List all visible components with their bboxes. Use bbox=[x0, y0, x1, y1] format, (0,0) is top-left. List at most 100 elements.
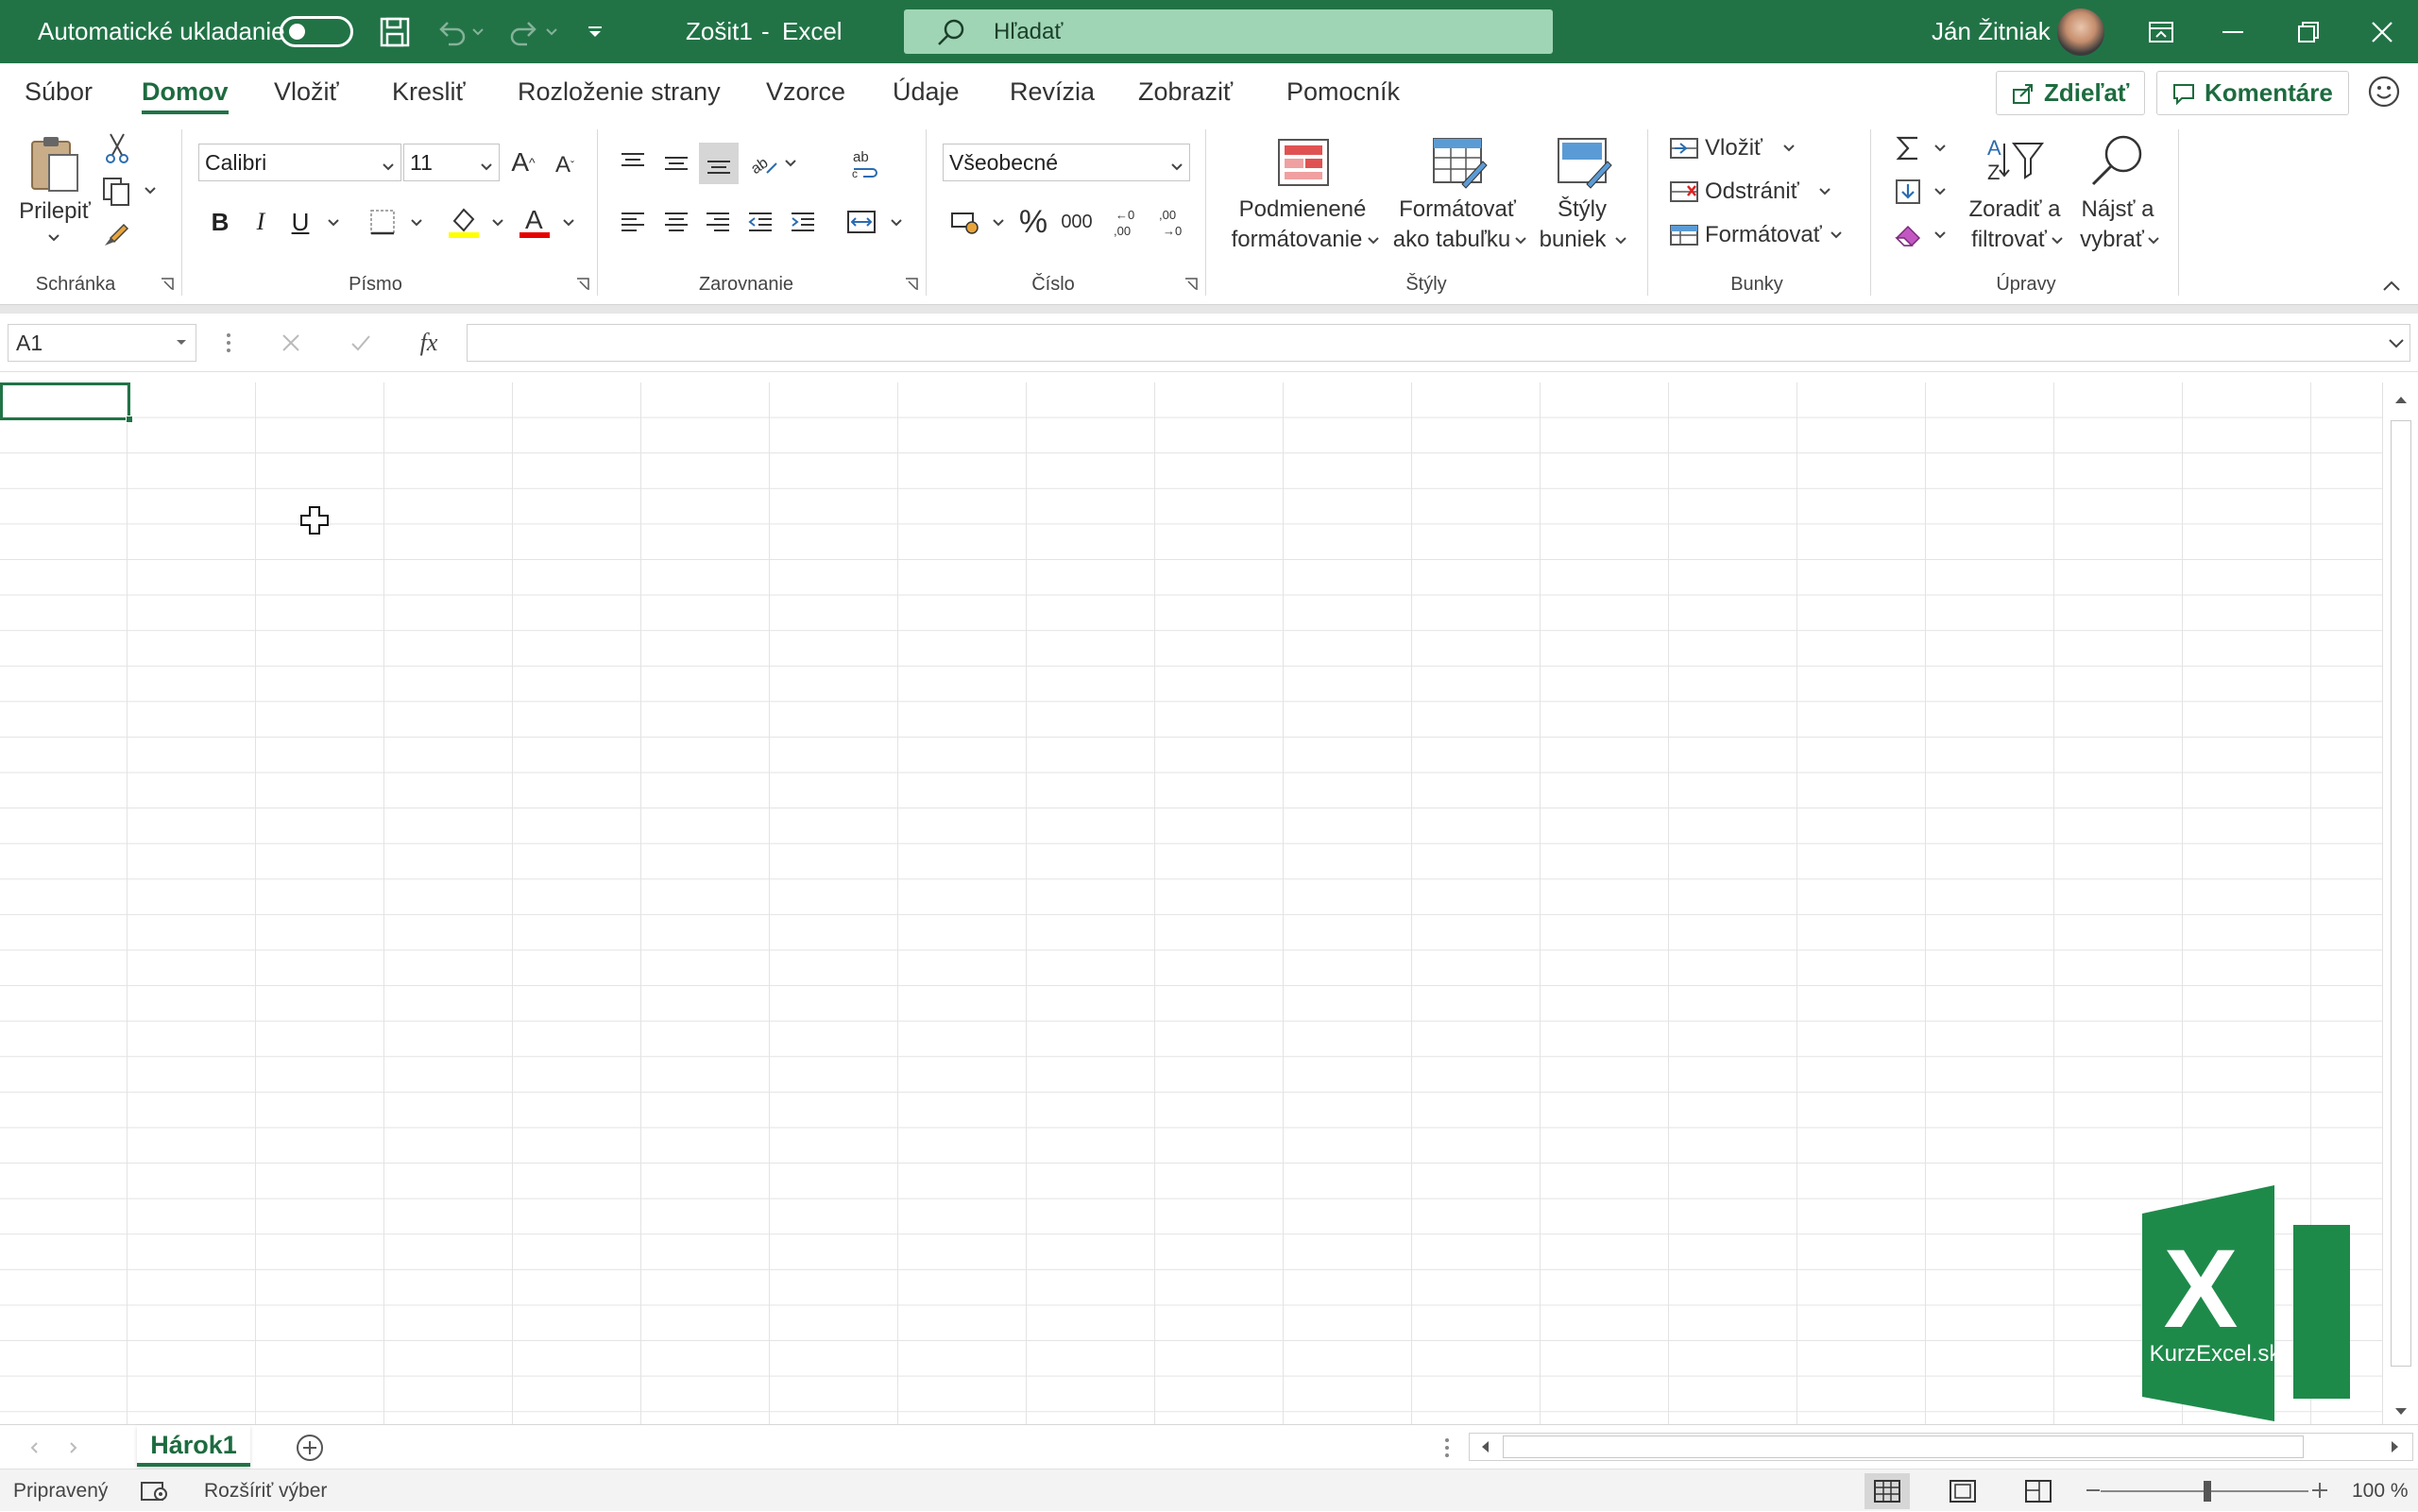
scroll-down-icon[interactable] bbox=[2391, 1401, 2411, 1423]
find-select-dropdown-icon[interactable] bbox=[2146, 233, 2161, 248]
accounting-format-icon[interactable] bbox=[945, 203, 986, 241]
delete-cells-label[interactable]: Odstrániť bbox=[1705, 178, 1799, 206]
sort-filter-line1[interactable]: Zoradiť a bbox=[1955, 195, 2074, 224]
save-icon[interactable] bbox=[376, 13, 414, 51]
copy-dropdown-icon[interactable] bbox=[140, 180, 161, 201]
clear-dropdown-icon[interactable] bbox=[1933, 228, 1948, 243]
top-align-icon[interactable] bbox=[614, 144, 652, 182]
clipboard-dialog-launcher-icon[interactable] bbox=[161, 278, 174, 291]
format-cells-label[interactable]: Formátovať bbox=[1705, 221, 1822, 249]
format-cells-dropdown-icon[interactable] bbox=[1829, 228, 1844, 243]
horizontal-scrollbar[interactable] bbox=[1469, 1433, 2413, 1461]
percent-style-button[interactable]: % bbox=[1013, 201, 1054, 243]
formula-input[interactable] bbox=[467, 324, 2410, 362]
name-box[interactable]: A1 bbox=[8, 324, 196, 362]
decrease-font-size-icon[interactable]: Aˇ bbox=[548, 146, 582, 184]
next-sheet-icon[interactable] bbox=[62, 1436, 85, 1459]
paste-dropdown-icon[interactable] bbox=[43, 229, 64, 247]
find-select-line1[interactable]: Nájsť a bbox=[2069, 195, 2167, 224]
tab-draw[interactable]: Kresliť bbox=[388, 63, 469, 120]
orientation-icon[interactable]: ab bbox=[744, 144, 782, 182]
ribbon-display-options-icon[interactable] bbox=[2125, 0, 2197, 63]
cell-styles-line2[interactable]: buniek bbox=[1530, 226, 1615, 254]
zoom-slider-thumb[interactable] bbox=[2204, 1481, 2211, 1502]
zoom-level[interactable]: 100 % bbox=[2352, 1470, 2409, 1512]
fill-color-icon[interactable] bbox=[444, 201, 484, 243]
format-as-table-line2[interactable]: ako tabuľku bbox=[1381, 226, 1523, 254]
user-name[interactable]: Ján Žitniak bbox=[1932, 0, 2051, 63]
borders-icon[interactable] bbox=[364, 203, 401, 241]
align-center-icon[interactable] bbox=[657, 203, 695, 241]
cancel-entry-icon[interactable] bbox=[272, 325, 310, 361]
increase-indent-icon[interactable] bbox=[784, 203, 822, 241]
tab-review[interactable]: Revízia bbox=[1006, 63, 1098, 120]
font-dialog-launcher-icon[interactable] bbox=[576, 278, 589, 291]
cell-styles-dropdown-icon[interactable] bbox=[1613, 233, 1628, 248]
clear-eraser-icon[interactable] bbox=[1889, 216, 1927, 254]
comma-style-button[interactable]: 000 bbox=[1056, 201, 1098, 243]
normal-view-icon[interactable] bbox=[1865, 1473, 1910, 1509]
expand-formula-bar-icon[interactable] bbox=[2387, 325, 2406, 365]
insert-cells-label[interactable]: Vložiť bbox=[1705, 134, 1762, 162]
underline-button[interactable]: U bbox=[283, 203, 317, 241]
tab-split-grip-icon[interactable] bbox=[1438, 1435, 1456, 1461]
previous-sheet-icon[interactable] bbox=[23, 1436, 45, 1459]
autosum-dropdown-icon[interactable] bbox=[1933, 141, 1948, 156]
tab-home[interactable]: Domov bbox=[138, 63, 232, 120]
cut-icon[interactable] bbox=[99, 131, 135, 165]
scroll-up-icon[interactable] bbox=[2391, 388, 2411, 411]
format-cells-icon[interactable] bbox=[1667, 220, 1701, 250]
vertical-scroll-thumb[interactable] bbox=[2391, 420, 2411, 1367]
font-size-select[interactable]: 11 bbox=[403, 144, 500, 181]
tab-help[interactable]: Pomocník bbox=[1283, 63, 1404, 120]
zoom-in-icon[interactable] bbox=[2308, 1479, 2331, 1502]
tab-formulas[interactable]: Vzorce bbox=[762, 63, 849, 120]
delete-cells-dropdown-icon[interactable] bbox=[1817, 184, 1832, 199]
conditional-formatting-line2[interactable]: formátovanie bbox=[1209, 226, 1385, 254]
tab-file[interactable]: Súbor bbox=[21, 63, 96, 120]
paste-label[interactable]: Prilepiť bbox=[17, 197, 93, 226]
tab-insert[interactable]: Vložiť bbox=[270, 63, 343, 120]
fill-handle[interactable] bbox=[126, 416, 133, 423]
merge-dropdown-icon[interactable] bbox=[886, 212, 907, 233]
autosave-toggle[interactable] bbox=[280, 16, 353, 47]
font-color-dropdown-icon[interactable] bbox=[558, 212, 579, 233]
worksheet-grid[interactable] bbox=[0, 382, 2382, 1424]
italic-button[interactable]: I bbox=[244, 203, 278, 241]
undo-dropdown-icon[interactable] bbox=[468, 13, 487, 51]
vertical-scrollbar[interactable] bbox=[2382, 382, 2418, 1424]
number-dialog-launcher-icon[interactable] bbox=[1184, 278, 1198, 291]
collapse-ribbon-icon[interactable] bbox=[2380, 277, 2403, 296]
active-cell-a1[interactable] bbox=[0, 382, 133, 423]
sort-filter-icon[interactable]: AZ bbox=[1982, 131, 2048, 190]
scroll-left-icon[interactable] bbox=[1473, 1436, 1496, 1458]
tab-view[interactable]: Zobraziť bbox=[1134, 63, 1236, 120]
comments-button[interactable]: Komentáre bbox=[2156, 71, 2349, 115]
search-box[interactable]: Hľadať bbox=[904, 9, 1553, 54]
decrease-decimal-icon[interactable]: ,00 →0 bbox=[1152, 201, 1194, 243]
minimize-icon[interactable] bbox=[2197, 0, 2269, 63]
underline-dropdown-icon[interactable] bbox=[323, 212, 344, 233]
page-layout-view-icon[interactable] bbox=[1940, 1473, 1985, 1509]
format-as-table-icon[interactable] bbox=[1426, 133, 1492, 192]
horizontal-scroll-thumb[interactable] bbox=[1503, 1436, 2304, 1458]
font-color-icon[interactable]: A bbox=[515, 201, 554, 243]
orientation-dropdown-icon[interactable] bbox=[780, 153, 801, 174]
find-select-icon[interactable] bbox=[2084, 131, 2150, 190]
insert-function-button[interactable]: fx bbox=[408, 325, 450, 361]
increase-decimal-icon[interactable]: ←0,00 bbox=[1107, 201, 1149, 243]
align-left-icon[interactable] bbox=[614, 203, 652, 241]
fill-dropdown-icon[interactable] bbox=[1933, 184, 1948, 199]
close-icon[interactable] bbox=[2346, 0, 2418, 63]
sheet-tab-harok1[interactable]: Hárok1 bbox=[137, 1425, 250, 1467]
page-break-preview-icon[interactable] bbox=[2016, 1473, 2061, 1509]
conditional-formatting-icon[interactable] bbox=[1270, 133, 1337, 192]
cell-styles-icon[interactable] bbox=[1551, 133, 1617, 192]
borders-dropdown-icon[interactable] bbox=[406, 212, 427, 233]
feedback-smiley-icon[interactable] bbox=[2363, 71, 2405, 112]
number-format-select[interactable]: Všeobecné bbox=[943, 144, 1190, 181]
conditional-formatting-dropdown-icon[interactable] bbox=[1366, 233, 1381, 248]
wrap-text-icon[interactable]: ab c bbox=[846, 144, 884, 182]
format-as-table-dropdown-icon[interactable] bbox=[1513, 233, 1528, 248]
redo-icon[interactable] bbox=[505, 13, 543, 51]
